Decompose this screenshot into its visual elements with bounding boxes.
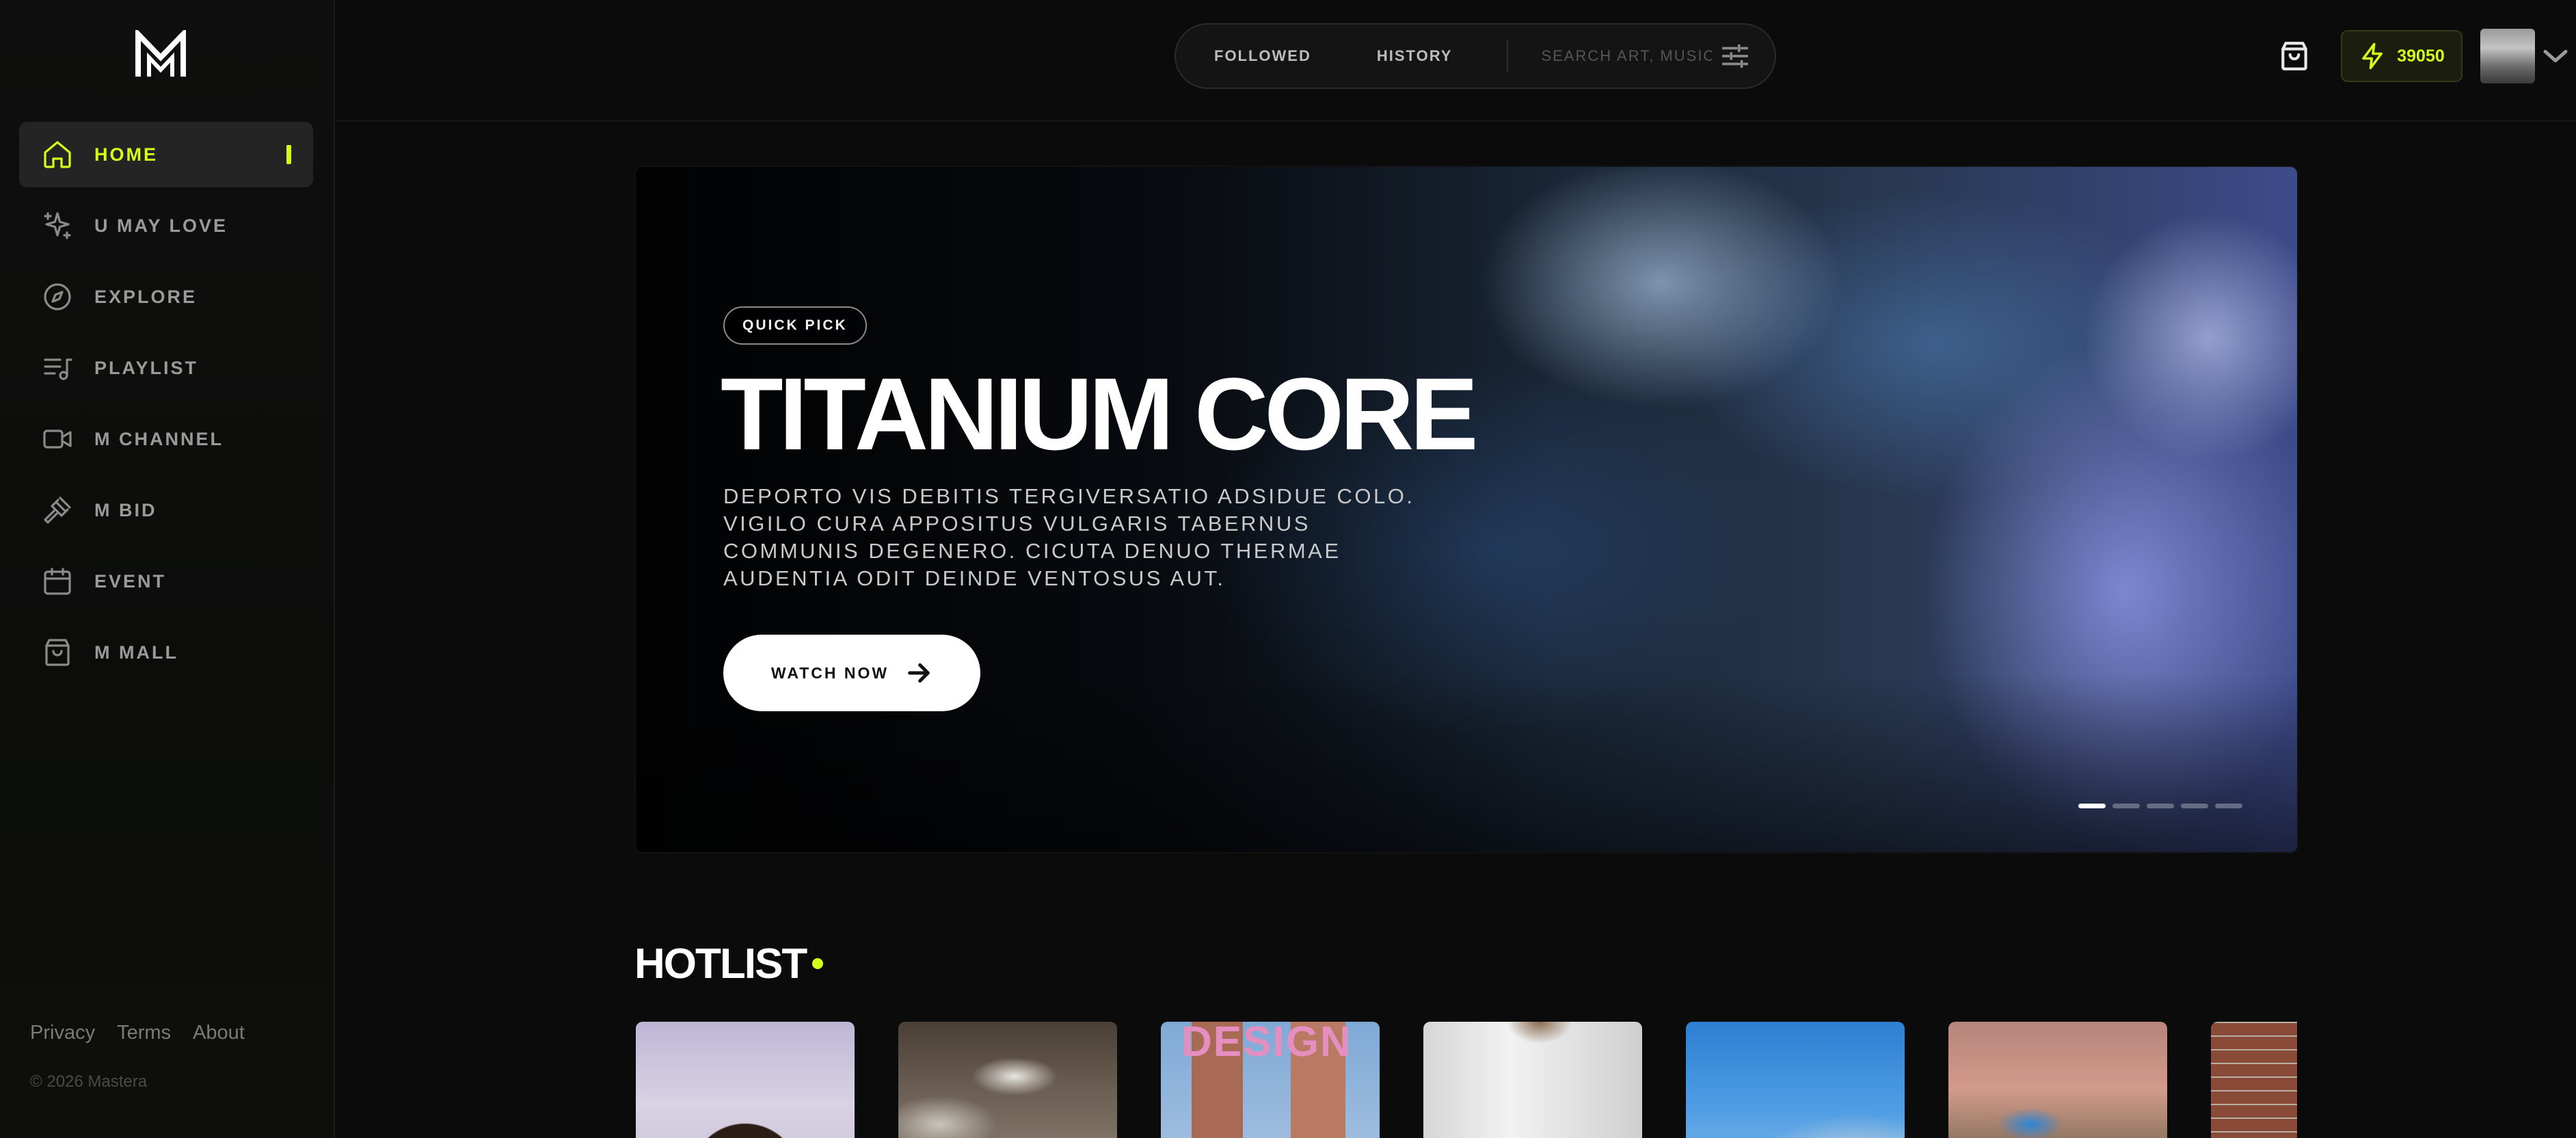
sparkles-icon — [40, 208, 75, 243]
hotlist-card[interactable] — [1948, 1022, 2167, 1138]
hotlist-card[interactable] — [1423, 1022, 1642, 1138]
arrow-right-icon — [908, 663, 930, 683]
carousel-dot[interactable] — [2078, 804, 2106, 808]
sidebar-item-label: M BID — [94, 499, 157, 520]
top-nav-pill: FOLLOWED HISTORY — [1175, 23, 1776, 89]
sidebar-item-m-bid[interactable]: M BID — [19, 477, 313, 543]
watch-now-label: WATCH NOW — [770, 663, 889, 682]
tab-history[interactable]: HISTORY — [1377, 47, 1453, 65]
hero-title: TITANIUM CORE — [721, 356, 1478, 471]
sidebar-nav: HOME U MAY LOVE EXPLORE PLAYLIST M CHANN… — [19, 122, 313, 691]
filter-sliders-icon[interactable] — [1717, 38, 1753, 74]
playlist-icon — [40, 350, 75, 386]
sidebar-item-label: M MALL — [94, 641, 178, 663]
sidebar: HOME U MAY LOVE EXPLORE PLAYLIST M CHANN… — [0, 0, 335, 1138]
cart-button[interactable] — [2275, 37, 2313, 75]
points-value: 39050 — [2397, 46, 2445, 66]
lightning-icon — [2362, 42, 2383, 70]
carousel-dot[interactable] — [2112, 804, 2140, 808]
carousel-dots — [2078, 804, 2242, 808]
sidebar-item-playlist[interactable]: PLAYLIST — [19, 335, 313, 401]
terms-link[interactable]: Terms — [117, 1022, 171, 1044]
copyright-text: © 2026 Mastera — [30, 1072, 148, 1091]
sidebar-item-event[interactable]: EVENT — [19, 548, 313, 614]
carousel-dot[interactable] — [2215, 804, 2242, 808]
compass-icon — [40, 279, 75, 315]
home-icon — [40, 137, 75, 172]
sidebar-item-label: PLAYLIST — [94, 357, 199, 378]
about-link[interactable]: About — [193, 1022, 245, 1044]
sidebar-item-label: HOME — [94, 144, 158, 165]
hotlist-card[interactable] — [2211, 1022, 2297, 1138]
hotlist-card[interactable] — [1686, 1022, 1905, 1138]
sidebar-item-home[interactable]: HOME — [19, 122, 313, 187]
hotlist-accent-dot — [812, 958, 823, 969]
privacy-link[interactable]: Privacy — [30, 1022, 95, 1044]
brand-logo[interactable] — [135, 27, 186, 79]
active-indicator — [286, 145, 291, 164]
carousel-dot[interactable] — [2181, 804, 2208, 808]
sidebar-item-m-mall[interactable]: M MALL — [19, 620, 313, 685]
shopping-bag-icon — [2281, 42, 2307, 70]
hero-description: DEPORTO VIS DEBITIS TERGIVERSATIO ADSIDU… — [723, 484, 1415, 590]
calendar-icon — [40, 564, 75, 599]
hotlist-card[interactable]: DESIGN — [1161, 1022, 1380, 1138]
gavel-icon — [40, 492, 75, 528]
carousel-dot[interactable] — [2147, 804, 2174, 808]
card-overlay-text: DESIGN — [1181, 1022, 1352, 1066]
hero-banner[interactable]: QUICK PICK TITANIUM CORE DEPORTO VIS DEB… — [636, 167, 2297, 852]
watch-now-button[interactable]: WATCH NOW — [723, 635, 980, 711]
shopping-bag-icon — [40, 635, 75, 670]
video-camera-icon — [40, 421, 75, 457]
search-input[interactable] — [1541, 47, 1713, 65]
points-badge[interactable]: 39050 — [2341, 30, 2463, 82]
hotlist-card[interactable] — [898, 1022, 1117, 1138]
hotlist-card[interactable] — [636, 1022, 855, 1138]
top-bar: FOLLOWED HISTORY 39050 — [336, 0, 2576, 122]
sidebar-item-explore[interactable]: EXPLORE — [19, 264, 313, 330]
sidebar-item-label: EVENT — [94, 570, 167, 592]
sidebar-item-label: M CHANNEL — [94, 428, 224, 449]
sidebar-item-label: EXPLORE — [94, 286, 198, 307]
hotlist-title: HOTLIST — [634, 940, 807, 988]
quick-pick-tag: QUICK PICK — [723, 306, 867, 345]
footer-links: Privacy Terms About — [30, 1022, 245, 1044]
tab-followed[interactable]: FOLLOWED — [1214, 47, 1311, 65]
avatar[interactable] — [2480, 29, 2535, 83]
sidebar-item-label: U MAY LOVE — [94, 215, 228, 236]
sidebar-item-m-channel[interactable]: M CHANNEL — [19, 406, 313, 472]
chevron-down-icon[interactable] — [2542, 44, 2569, 68]
hotlist-row: DESIGN — [636, 1022, 2297, 1138]
sidebar-item-u-may-love[interactable]: U MAY LOVE — [19, 193, 313, 259]
divider — [1507, 40, 1509, 72]
